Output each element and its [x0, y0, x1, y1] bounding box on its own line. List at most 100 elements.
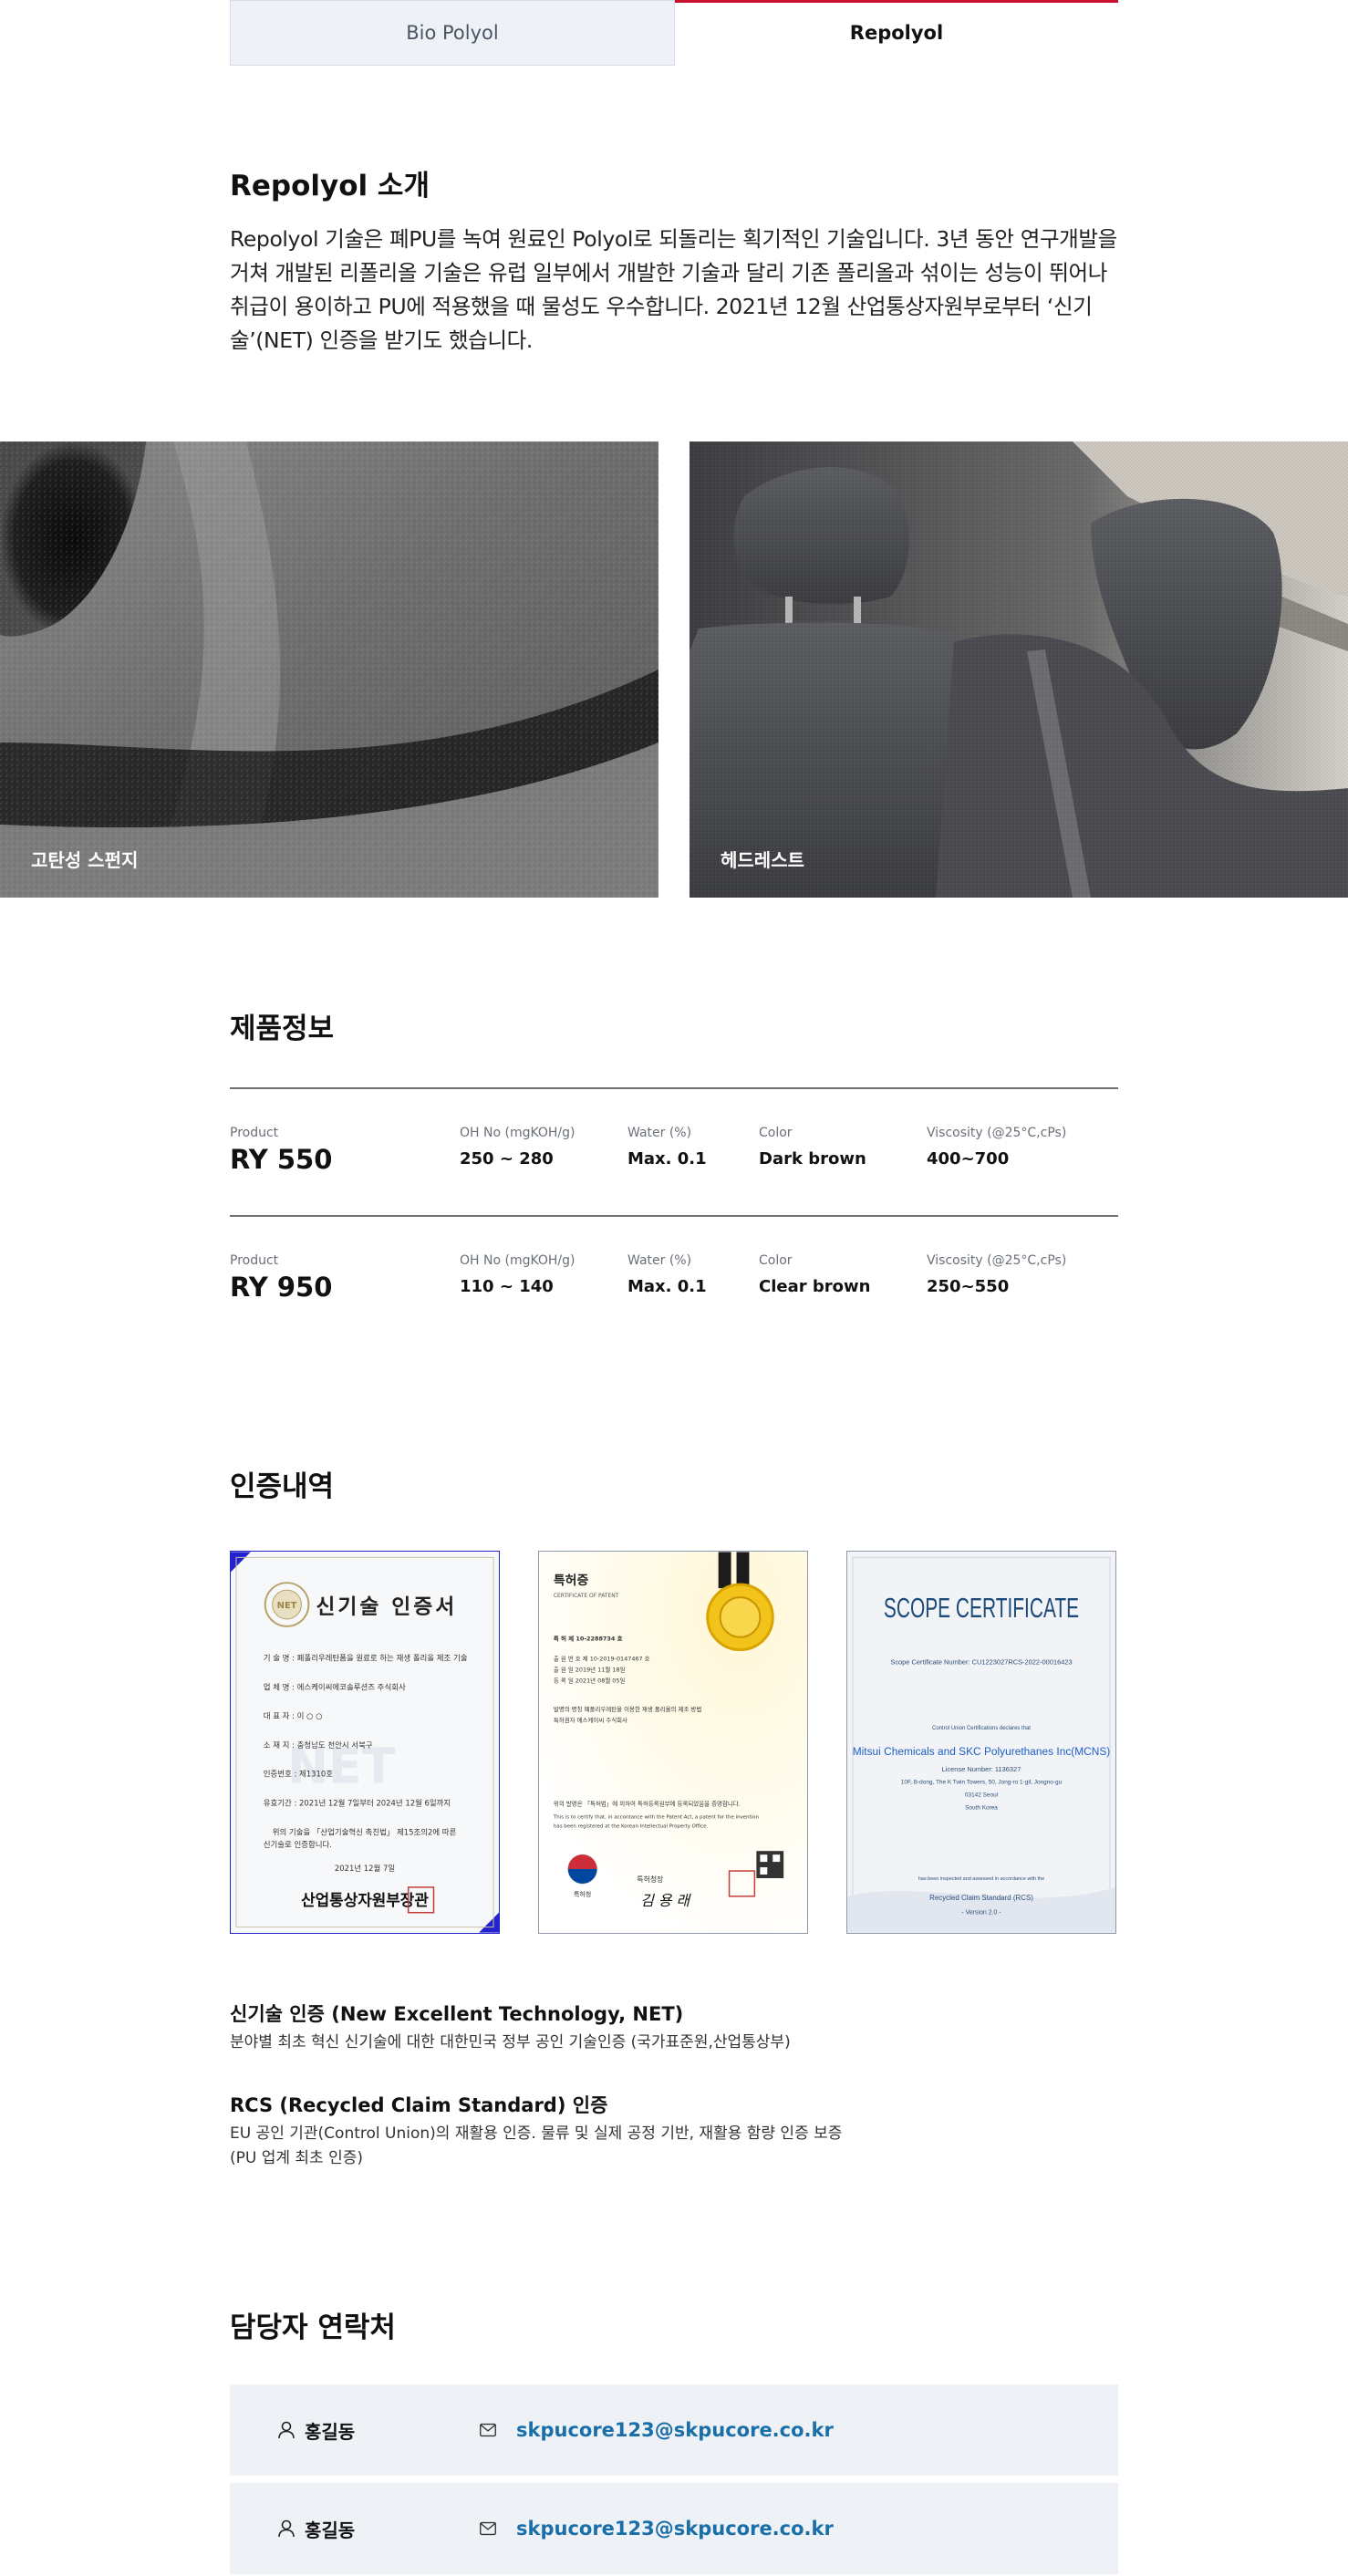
mail-icon — [480, 2521, 496, 2536]
svg-text:has been registered at the Kor: has been registered at the Korean Intell… — [554, 1823, 709, 1829]
svg-text:South Korea: South Korea — [965, 1805, 998, 1812]
svg-text:Control Union Certifications d: Control Union Certifications declares th… — [932, 1726, 1031, 1731]
spec-product-name: RY 550 — [230, 1144, 333, 1175]
foam-photo: 고탄성 스펀지 — [0, 441, 658, 898]
svg-text:위의 발명은 「특허법」에 의하여 특허등록원부에 등록되었: 위의 발명은 「특허법」에 의하여 특허등록원부에 등록되었음을 증명합니다. — [554, 1800, 741, 1808]
rcs-description-line-1: EU 공인 기관(Control Union)의 재활용 인증. 물류 및 실제… — [230, 2124, 843, 2143]
spec-viscosity-col: Viscosity (@25°C,cPs) 400~700 — [927, 1126, 1066, 1169]
svg-text:기 술 명 : 폐폴리우레탄폼을 원료로 하는 재생 폴리올: 기 술 명 : 폐폴리우레탄폼을 원료로 하는 재생 폴리올 제조 기술 — [264, 1654, 468, 1663]
foam-caption: 고탄성 스펀지 — [31, 849, 139, 871]
contact-row: 홍길동 skpucore123@skpucore.co.kr — [230, 2384, 1118, 2476]
contact-email-link[interactable]: skpucore123@skpucore.co.kr — [516, 2518, 834, 2540]
intro-text: Repolyol 기술은 폐PU를 녹여 원료인 Polyol로 되돌리는 획기… — [230, 226, 1117, 353]
spec-label-color: Color — [759, 1253, 793, 1268]
contacts-title: 담당자 연락처 — [230, 2311, 396, 2344]
svg-text:업 체 명 : 에스케이씨에코솔루션즈 주식회사: 업 체 명 : 에스케이씨에코솔루션즈 주식회사 — [264, 1682, 406, 1691]
spec-value-oh: 250 ~ 280 — [460, 1149, 554, 1169]
rcs-certificate-thumbnail[interactable]: SCOPE CERTIFICATE Scope Certificate Numb… — [846, 1551, 1116, 1934]
patent-signature: 김 용 래 — [640, 1892, 691, 1909]
svg-text:has been inspected and assesse: has been inspected and assessed in accor… — [918, 1876, 1044, 1882]
svg-text:License Number: 1136327: License Number: 1136327 — [942, 1765, 1021, 1773]
contact-email-group: skpucore123@skpucore.co.kr — [478, 2384, 834, 2476]
rcs-description-title: RCS (Recycled Claim Standard) 인증 — [230, 2094, 608, 2116]
product-info-title: 제품정보 — [230, 1013, 335, 1045]
spec-row-ry950: Product RY 950 OH No (mgKOH/g) 110 ~ 140… — [230, 1215, 1118, 1343]
svg-text:위의 기술을 「산업기술혁신 촉진법」 제15조의2에 따른: 위의 기술을 「산업기술혁신 촉진법」 제15조의2에 따른 — [273, 1827, 457, 1836]
spec-product-col: Product RY 950 — [230, 1253, 332, 1303]
net-certificate-image: NET 신기술 인증서 NET 기 술 명 : 폐폴리우레탄폼을 원료로 하는 … — [231, 1552, 499, 1933]
person-icon — [278, 2421, 295, 2439]
net-certificate-thumbnail[interactable]: NET 신기술 인증서 NET 기 술 명 : 폐폴리우레탄폼을 원료로 하는 … — [230, 1551, 500, 1934]
spec-value-color: Clear brown — [759, 1277, 871, 1296]
spec-value-water: Max. 0.1 — [627, 1149, 707, 1169]
spec-label-product: Product — [230, 1126, 279, 1140]
foam-image — [0, 441, 658, 898]
svg-text:10F, B-dong, The K Twin Towers: 10F, B-dong, The K Twin Towers, 50, Jong… — [901, 1780, 1063, 1786]
rcs-description-line-2: (PU 업계 최초 인증) — [230, 2149, 364, 2167]
spec-value-color: Dark brown — [759, 1149, 866, 1169]
svg-text:Scope Certificate Number: CU12: Scope Certificate Number: CU1223027RCS-2… — [890, 1658, 1072, 1667]
spec-product-name: RY 950 — [230, 1272, 333, 1303]
svg-text:특허청: 특허청 — [574, 1890, 591, 1898]
spec-label-oh: OH No (mgKOH/g) — [460, 1126, 575, 1140]
spec-label-oh: OH No (mgKOH/g) — [460, 1253, 575, 1268]
spec-value-water: Max. 0.1 — [627, 1277, 707, 1296]
headrest-photo: 헤드레스트 — [690, 441, 1348, 898]
spec-color-col: Color Clear brown — [759, 1253, 870, 1296]
patent-certificate-image: 특허증 CERTIFICATE OF PATENT 특 허 제 10-22887… — [539, 1552, 807, 1933]
spec-label-color: Color — [759, 1126, 793, 1140]
svg-text:특허청장: 특허청장 — [637, 1875, 664, 1884]
contact-name: 홍길동 — [305, 2420, 356, 2443]
spec-water-col: Water (%) Max. 0.1 — [627, 1126, 707, 1169]
svg-text:CERTIFICATE OF PATENT: CERTIFICATE OF PATENT — [554, 1593, 619, 1599]
person-icon — [278, 2519, 295, 2538]
patent-certificate-thumbnail[interactable]: 특허증 CERTIFICATE OF PATENT 특 허 제 10-22887… — [538, 1551, 808, 1934]
svg-text:대 표 자 : 이 ○ ○: 대 표 자 : 이 ○ ○ — [264, 1711, 323, 1720]
svg-text:2021년 12월 7일: 2021년 12월 7일 — [335, 1864, 395, 1873]
spec-label-viscosity: Viscosity (@25°C,cPs) — [927, 1126, 1067, 1140]
net-description-text: 분야별 최초 혁신 신기술에 대한 대한민국 정부 공인 기술인증 (국가표준원… — [230, 2033, 791, 2051]
svg-text:03142 Seoul: 03142 Seoul — [965, 1792, 998, 1799]
svg-text:NET: NET — [277, 1601, 297, 1611]
spec-viscosity-col: Viscosity (@25°C,cPs) 250~550 — [927, 1253, 1066, 1296]
contact-name: 홍길동 — [305, 2519, 356, 2541]
spec-value-oh: 110 ~ 140 — [460, 1277, 554, 1296]
svg-text:소 재 지 : 충청남도 천안시 서북구: 소 재 지 : 충청남도 천안시 서북구 — [264, 1740, 373, 1750]
product-tabs: Bio Polyol Repolyol — [230, 0, 1118, 66]
certifications-title: 인증내역 — [230, 1470, 335, 1503]
net-description-title: 신기술 인증 (New Excellent Technology, NET) — [230, 2003, 684, 2025]
spec-color-col: Color Dark brown — [759, 1126, 866, 1169]
contact-row: 홍길동 skpucore123@skpucore.co.kr — [230, 2483, 1118, 2574]
svg-text:등 록 일 2021년 08월 05일: 등 록 일 2021년 08월 05일 — [554, 1676, 626, 1684]
contact-person: 홍길동 — [275, 2483, 355, 2574]
svg-text:신기술로 인증합니다.: 신기술로 인증합니다. — [264, 1840, 332, 1849]
tab-bio-polyol[interactable]: Bio Polyol — [230, 0, 675, 66]
spec-row-ry550: Product RY 550 OH No (mgKOH/g) 250 ~ 280… — [230, 1087, 1118, 1215]
spec-value-viscosity: 250~550 — [927, 1277, 1010, 1296]
spec-water-col: Water (%) Max. 0.1 — [627, 1253, 707, 1296]
svg-text:특 허 제 10-2288734 호: 특 허 제 10-2288734 호 — [554, 1635, 623, 1643]
svg-text:- Version 2.0 -: - Version 2.0 - — [961, 1910, 1001, 1916]
mail-icon — [480, 2423, 496, 2437]
svg-text:출 원 번 호 제 10-2019-0147467 호: 출 원 번 호 제 10-2019-0147467 호 — [554, 1655, 650, 1663]
svg-text:발명의 명칭 폐폴리우레탄을 이용한 재생 폴리올의 제: 발명의 명칭 폐폴리우레탄을 이용한 재생 폴리올의 제조 방법 — [554, 1705, 701, 1713]
spec-label-water: Water (%) — [627, 1253, 692, 1268]
svg-text:출 원 일 2019년 11월 18일: 출 원 일 2019년 11월 18일 — [554, 1666, 626, 1674]
tab-repolyol[interactable]: Repolyol — [675, 0, 1118, 66]
net-cert-issuer: 산업통상자원부장관 — [301, 1891, 429, 1909]
intro-title: Repolyol 소개 — [230, 170, 430, 203]
svg-text:Mitsui Chemicals and SKC Polyu: Mitsui Chemicals and SKC Polyurethanes I… — [853, 1745, 1111, 1758]
car-seat-image — [690, 441, 1348, 898]
svg-text:인증번호 : 제1310호: 인증번호 : 제1310호 — [264, 1770, 333, 1779]
spec-label-product: Product — [230, 1253, 279, 1268]
patent-heading: 특허증 — [554, 1573, 589, 1588]
contact-email-link[interactable]: skpucore123@skpucore.co.kr — [516, 2419, 834, 2441]
contact-email-group: skpucore123@skpucore.co.kr — [478, 2483, 834, 2574]
headrest-caption: 헤드레스트 — [721, 849, 804, 871]
spec-product-col: Product RY 550 — [230, 1126, 332, 1175]
svg-text:유효기간 : 2021년 12월 7일부터 2024년 12: 유효기간 : 2021년 12월 7일부터 2024년 12월 6일까지 — [264, 1799, 451, 1808]
svg-text:특허권자 에스케이씨 주식회사: 특허권자 에스케이씨 주식회사 — [554, 1716, 627, 1724]
spec-label-water: Water (%) — [627, 1126, 692, 1140]
spec-value-viscosity: 400~700 — [927, 1149, 1010, 1169]
spec-oh-col: OH No (mgKOH/g) 110 ~ 140 — [460, 1253, 575, 1296]
